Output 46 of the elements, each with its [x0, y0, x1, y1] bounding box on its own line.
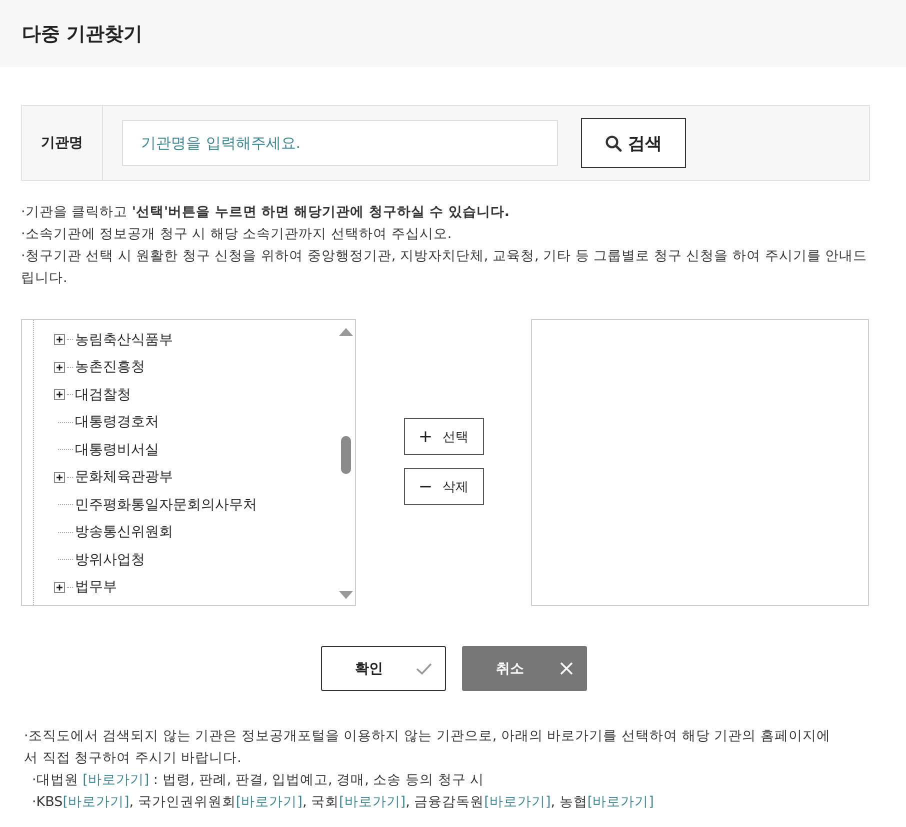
tree-item[interactable]: 방송통신위원회 — [75, 523, 173, 542]
info-text: , 국회 — [302, 794, 340, 810]
tree-item[interactable]: 농림축산식품부 — [75, 330, 173, 349]
tree-item[interactable]: 대통령경호처 — [75, 413, 159, 432]
close-icon — [560, 662, 573, 675]
scroll-down-icon[interactable] — [339, 591, 353, 600]
info-text: , 금융감독원 — [406, 794, 484, 810]
expand-icon[interactable] — [54, 334, 65, 346]
tree-item[interactable]: 법무부 — [75, 578, 117, 596]
expand-icon[interactable] — [54, 362, 65, 373]
check-icon — [416, 662, 432, 674]
tree-item[interactable]: 대검찰청 — [75, 386, 131, 404]
tree-item[interactable]: 민주평화통일자문회의사무처 — [75, 496, 257, 514]
tree-item[interactable]: 문화체육관광부 — [75, 468, 173, 486]
info-text: ·대법원 — [32, 772, 80, 788]
shortcut-link[interactable]: [바로가기] — [339, 794, 406, 810]
info-text: ·KBS — [32, 794, 63, 810]
cancel-button[interactable]: 취소 — [462, 646, 587, 691]
note-text: ·청구기관 선택 시 원활한 청구 신청을 위하여 중앙행정기관, 지방자치단체, 교육청, 기타 등 그룹별로 청구 신청을 하여 주시기를 안내드립니다. — [21, 247, 868, 288]
move-button[interactable]: − 삭제 — [404, 468, 484, 505]
info-text: , 국가인권위원회 — [129, 794, 236, 810]
search-button[interactable]: 검색 — [581, 118, 686, 168]
shortcut-link[interactable]: [바로가기] — [587, 794, 654, 810]
move-button[interactable]: + 선택 — [404, 418, 484, 455]
expand-icon[interactable] — [54, 472, 65, 483]
expand-icon[interactable] — [54, 582, 65, 593]
shortcut-link[interactable]: [바로가기] — [62, 794, 130, 810]
scrollbar-thumb[interactable] — [341, 436, 351, 474]
search-icon — [605, 134, 622, 152]
note-text: ·기관을 클릭하고 '선택'버튼을 누르면 하면 해당기관에 청구하실 수 있습니다. — [21, 203, 510, 222]
info-text: : 법령, 판례, 판결, 입법예고, 경매, 소송 등의 청구 시 — [152, 772, 484, 788]
tree-item[interactable]: 방위사업청 — [75, 550, 145, 569]
note-text: ·소속기관에 정보공개 청구 시 해당 소속기관까지 선택하여 주십시오. — [21, 225, 453, 244]
info-text: ·조직도에서 검색되지 않는 기관은 정보공개포털을 이용하지 않는 기관으로, 아래의 바로가기를 선택하여 해당 기관의 홈페이지에서 직접 청구하여 주시기 바랍니다. — [24, 727, 832, 768]
shortcut-link[interactable]: [바로가기] — [484, 794, 551, 810]
confirm-button[interactable]: 확인 — [321, 646, 446, 691]
search-field[interactable]: 기관명을 입력해주세요. — [122, 120, 558, 166]
expand-icon[interactable] — [54, 389, 65, 400]
field-label: 기관명 — [22, 106, 103, 180]
scroll-up-icon[interactable] — [339, 327, 353, 336]
info-text: , 농협 — [550, 794, 588, 810]
tree-item[interactable]: 농촌진흥청 — [75, 358, 145, 376]
page-title: 다중 기관찾기 — [22, 22, 143, 46]
shortcut-link[interactable]: [바로가기] — [82, 772, 150, 788]
tree-item[interactable]: 대통령비서실 — [75, 440, 159, 459]
shortcut-link[interactable]: [바로가기] — [236, 794, 302, 810]
